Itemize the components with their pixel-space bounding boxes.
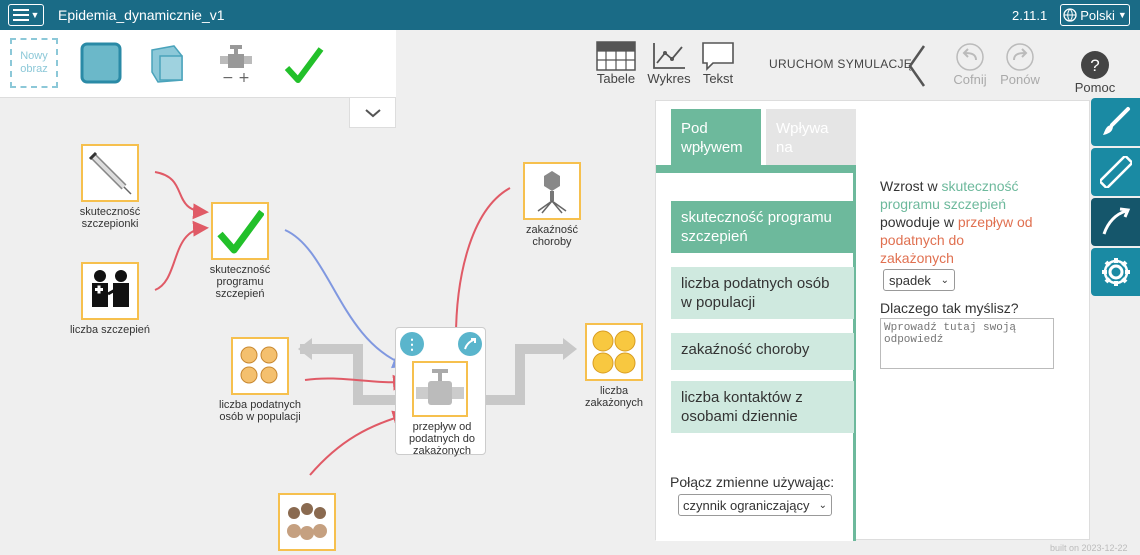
node-contacts[interactable] [276,493,338,555]
node-vaccination-count[interactable]: liczba szczepień [64,262,156,336]
variable-item[interactable]: skuteczność programu szczepień [671,201,854,253]
flow-node-card[interactable]: ⋮ przepływ od podatnych do zakażonych [395,327,486,457]
node-label: przepływ od podatnych do zakażonych [408,421,476,457]
undo-icon [956,43,984,71]
reason-textarea[interactable] [880,318,1054,369]
chevron-left-icon [908,45,926,87]
line-chart-icon [653,43,685,69]
effect-direction-select[interactable]: spadek ⌄ [883,269,955,291]
graph-button[interactable]: Wykres [647,41,691,86]
redo-button[interactable]: Ponów [998,42,1042,87]
run-simulation-toggle[interactable] [905,44,929,88]
vaccination-people-icon [92,270,129,307]
variable-item[interactable]: liczba podatnych osób w populacji [671,267,854,319]
chevron-down-icon: ⌄ [940,274,949,286]
checkmark-icon[interactable] [284,46,324,89]
node-label: liczba szczepień [69,324,151,336]
valve-icon [416,369,464,405]
text-label: Tekst [702,71,734,86]
main-toolbar: Tabele Wykres Tekst URUCHOM SYMULACJĘ Co… [585,30,1140,98]
svg-text:− +: − + [222,70,250,84]
node-menu-button[interactable]: ⋮ [400,332,424,356]
ruler-tool-button[interactable] [1091,148,1140,196]
language-label: Polski [1080,7,1115,23]
svg-text:?: ? [1090,56,1099,75]
group-meeting-icon [287,503,327,540]
speech-bubble-icon [702,42,734,71]
node-program-effectiveness[interactable]: skuteczność programu szczepień [204,202,276,300]
node-label: skuteczność szczepionki [79,206,141,230]
chevron-down-icon: ⌄ [818,499,827,511]
collection-icon[interactable] [146,42,188,89]
run-simulation-label[interactable]: URUCHOM SYMULACJĘ [769,57,912,71]
flow-valve-icon[interactable]: − + [218,42,254,89]
undo-label: Cofnij [953,72,987,87]
connection-panel: Pod wpływem Wpływa na skuteczność progra… [655,100,1090,541]
node-label: liczba zakażonych [584,385,644,409]
style-tool-button[interactable] [1091,98,1140,146]
arrow-curve-icon [464,338,476,350]
node-label: skuteczność programu szczepień [209,264,271,300]
graph-label: Wykres [647,71,691,86]
caret-down-icon: ▼ [30,10,40,20]
undo-button[interactable]: Cofnij [950,42,990,87]
link-tool-active-button[interactable] [1091,198,1140,246]
redo-label: Ponów [1000,72,1040,87]
relation-sentence: Wzrost w skuteczność programu szczepień … [880,177,1040,267]
help-icon: ? [1081,51,1109,79]
help-label: Pomoc [1074,80,1116,95]
settings-tool-button[interactable] [1091,248,1140,296]
redo-icon [1006,43,1034,71]
relation-prefix: Wzrost w [880,178,938,194]
why-label: Dlaczego tak myślisz? [880,300,1019,316]
node-infected[interactable]: liczba zakażonych [576,323,652,409]
help-button[interactable]: ? Pomoc [1072,50,1118,95]
text-button[interactable]: Tekst [701,41,735,86]
node-infectiousness[interactable]: zakaźność choroby [516,162,588,248]
syringe-icon [88,151,132,195]
build-date: built on 2023-12-22 [1050,543,1128,553]
link-tool-button[interactable] [458,332,482,356]
crowd-icon [240,346,278,384]
tab-influenced-by[interactable]: Pod wpływem [671,109,761,166]
connection-type-value: czynnik ograniczający [683,497,810,513]
menu-icon [12,9,29,21]
table-icon [596,41,636,71]
globe-icon [1063,8,1077,22]
tables-label: Tabele [596,71,636,86]
node-vaccine-effectiveness[interactable]: skuteczność szczepionki [74,144,146,230]
node-label: liczba podatnych osób w populacji [219,399,301,423]
relation-mid: powoduje w [880,214,954,230]
caret-down-icon: ▼ [1117,10,1127,20]
language-selector[interactable]: Polski ▼ [1060,4,1130,26]
version-label: 2.11.1 [1012,8,1048,23]
node-susceptible[interactable]: liczba podatnych osób w populacji [210,337,310,423]
flow-valve-box [412,361,468,417]
sick-faces-icon [592,330,636,374]
variable-tile-icon[interactable] [80,42,122,89]
curved-arrow-icon [1102,207,1130,235]
connect-label: Połącz zmienne używając: [670,474,835,490]
variable-item[interactable]: zakaźność choroby [671,333,854,370]
paintbrush-icon [1102,107,1130,135]
ruler-icon [1099,156,1132,188]
top-bar: ▼ Epidemia_dynamicznie_v1 2.11.1 Polski … [0,0,1140,30]
variable-item[interactable]: liczba kontaktów z osobami dziennie [671,381,854,433]
gear-icon [1101,258,1130,286]
document-title[interactable]: Epidemia_dynamicznie_v1 [58,7,225,23]
connection-type-select[interactable]: czynnik ograniczający ⌄ [678,494,832,516]
tab-influences[interactable]: Wpływa na [766,109,856,166]
node-label: zakaźność choroby [526,224,578,248]
hamburger-menu-button[interactable]: ▼ [8,4,44,26]
tables-button[interactable]: Tabele [595,41,637,86]
virus-icon [537,171,567,214]
new-image-button[interactable]: Nowy obraz [10,38,58,88]
effect-direction-value: spadek [889,272,931,288]
palette-toolbar: Nowy obraz − + [0,30,396,98]
checkmark-icon [217,209,264,254]
